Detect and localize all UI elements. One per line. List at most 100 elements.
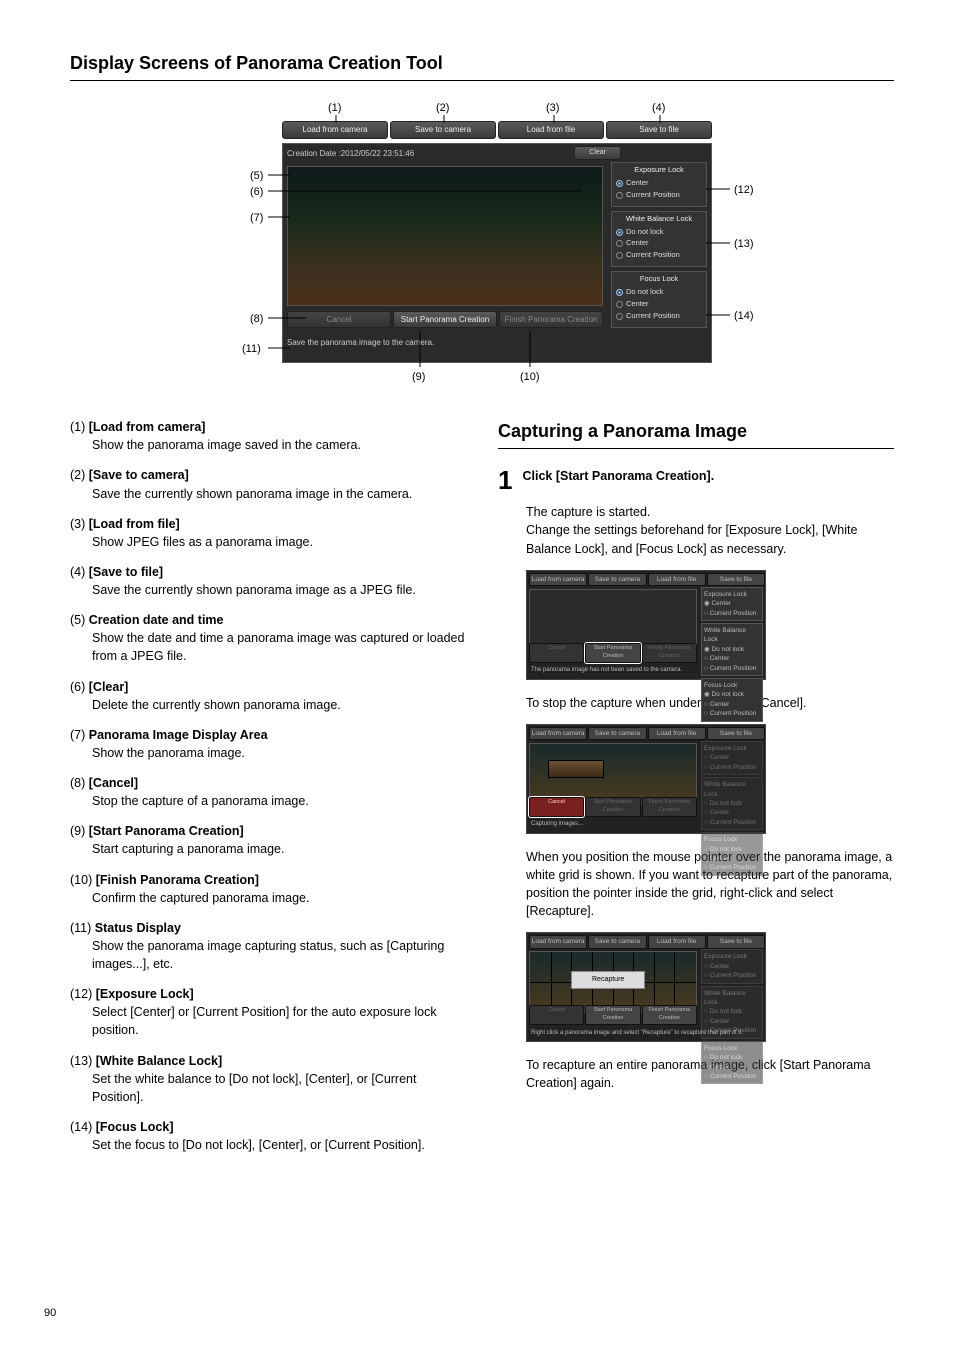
item-body: Stop the capture of a panorama image.	[70, 792, 466, 810]
page-number: 90	[44, 1306, 56, 1322]
item-body: Show JPEG files as a panorama image.	[70, 533, 466, 551]
mini-screenshot-3: Load from camera Save to camera Load fro…	[526, 932, 766, 1042]
wb-current-radio[interactable]	[616, 252, 623, 259]
wb-nolock-radio[interactable]	[616, 229, 623, 236]
focus-nolock-radio[interactable]	[616, 289, 623, 296]
callout-11: (11)	[242, 342, 261, 358]
save-to-camera-button[interactable]: Save to camera	[390, 121, 496, 139]
mini-save-file: Save to file	[707, 573, 765, 586]
description-item: (3) [Load from file]Show JPEG files as a…	[70, 515, 466, 551]
item-body: Show the panorama image capturing status…	[70, 937, 466, 973]
step-number: 1	[498, 467, 512, 493]
item-body: Start capturing a panorama image.	[70, 840, 466, 858]
item-body: Set the focus to [Do not lock], [Center]…	[70, 1136, 466, 1154]
wb-lock-heading: White Balance Lock	[616, 214, 702, 225]
item-head: (2) [Save to camera]	[70, 466, 466, 484]
callout-13: (13)	[734, 237, 754, 253]
load-from-camera-button[interactable]: Load from camera	[282, 121, 388, 139]
description-item: (9) [Start Panorama Creation]Start captu…	[70, 822, 466, 858]
item-head: (13) [White Balance Lock]	[70, 1052, 466, 1070]
description-item: (12) [Exposure Lock]Select [Center] or […	[70, 985, 466, 1039]
opt-label: Current Position	[626, 250, 680, 261]
mini-save-camera: Save to camera	[588, 573, 646, 586]
callout-2: (2)	[436, 101, 449, 117]
finish-panorama-button[interactable]: Finish Panorama Creation	[499, 311, 603, 329]
mini-load-camera: Load from camera	[529, 573, 587, 586]
load-from-file-button[interactable]: Load from file	[498, 121, 604, 139]
callout-12: (12)	[734, 183, 754, 199]
opt-label: Center	[626, 238, 649, 249]
item-head: (1) [Load from camera]	[70, 418, 466, 436]
left-column: (1) [Load from camera]Show the panorama …	[70, 418, 466, 1166]
item-head: (3) [Load from file]	[70, 515, 466, 533]
item-head: (6) [Clear]	[70, 678, 466, 696]
white-balance-lock-group: White Balance Lock Do not lock Center Cu…	[611, 211, 707, 268]
callout-6: (6)	[250, 185, 263, 201]
callout-4: (4)	[652, 101, 665, 117]
item-head: (10) [Finish Panorama Creation]	[70, 871, 466, 889]
wb-center-radio[interactable]	[616, 240, 623, 247]
creation-date-label: Creation Date :2012/05/22 23:51:46	[287, 148, 414, 160]
focus-current-radio[interactable]	[616, 313, 623, 320]
description-item: (1) [Load from camera]Show the panorama …	[70, 418, 466, 454]
callout-8: (8)	[250, 312, 263, 328]
description-item: (10) [Finish Panorama Creation]Confirm t…	[70, 871, 466, 907]
item-body: Save the currently shown panorama image …	[70, 485, 466, 503]
opt-label: Center	[626, 299, 649, 310]
opt-label: Center	[626, 178, 649, 189]
item-body: Confirm the captured panorama image.	[70, 889, 466, 907]
start-panorama-button[interactable]: Start Panorama Creation	[393, 311, 497, 329]
description-item: (14) [Focus Lock]Set the focus to [Do no…	[70, 1118, 466, 1154]
item-body: Show the panorama image.	[70, 744, 466, 762]
item-head: (12) [Exposure Lock]	[70, 985, 466, 1003]
panorama-image-display	[287, 166, 603, 306]
save-to-file-button[interactable]: Save to file	[606, 121, 712, 139]
mini-screenshot-2: Load from camera Save to camera Load fro…	[526, 724, 766, 834]
item-head: (8) [Cancel]	[70, 774, 466, 792]
item-head: (5) Creation date and time	[70, 611, 466, 629]
item-body: Delete the currently shown panorama imag…	[70, 696, 466, 714]
callout-7: (7)	[250, 211, 263, 227]
description-item: (5) Creation date and timeShow the date …	[70, 611, 466, 665]
item-head: (14) [Focus Lock]	[70, 1118, 466, 1136]
item-body: Show the panorama image saved in the cam…	[70, 436, 466, 454]
opt-label: Current Position	[626, 190, 680, 201]
exposure-lock-heading: Exposure Lock	[616, 165, 702, 176]
callout-10: (10)	[520, 370, 540, 386]
step-text: Click [Start Panorama Creation].	[522, 467, 894, 485]
exposure-lock-group: Exposure Lock Center Current Position	[611, 162, 707, 207]
callout-14: (14)	[734, 309, 754, 325]
callout-9: (9)	[412, 370, 425, 386]
focus-lock-group: Focus Lock Do not lock Center Current Po…	[611, 271, 707, 328]
mini-screenshot-1: Load from camera Save to camera Load fro…	[526, 570, 766, 680]
status-display: Save the panorama image to the camera.	[287, 337, 434, 349]
callout-3: (3)	[546, 101, 559, 117]
item-body: Set the white balance to [Do not lock], …	[70, 1070, 466, 1106]
section-heading: Display Screens of Panorama Creation Too…	[70, 50, 894, 81]
panorama-tool-window: Creation Date :2012/05/22 23:51:46 Clear…	[282, 143, 712, 363]
description-item: (11) Status DisplayShow the panorama ima…	[70, 919, 466, 973]
capturing-heading: Capturing a Panorama Image	[498, 418, 894, 449]
opt-label: Current Position	[626, 311, 680, 322]
focus-center-radio[interactable]	[616, 301, 623, 308]
para: The capture is started.Change the settin…	[526, 503, 894, 557]
exposure-current-radio[interactable]	[616, 192, 623, 199]
item-head: (4) [Save to file]	[70, 563, 466, 581]
item-head: (9) [Start Panorama Creation]	[70, 822, 466, 840]
opt-label: Do not lock	[626, 227, 664, 238]
item-body: Show the date and time a panorama image …	[70, 629, 466, 665]
right-column: Capturing a Panorama Image 1 Click [Star…	[498, 418, 894, 1104]
main-diagram: Load from camera Save to camera Load fro…	[70, 105, 894, 390]
recapture-menu-item[interactable]: Recapture	[571, 971, 645, 989]
item-body: Save the currently shown panorama image …	[70, 581, 466, 599]
item-head: (11) Status Display	[70, 919, 466, 937]
exposure-center-radio[interactable]	[616, 180, 623, 187]
callout-5: (5)	[250, 169, 263, 185]
mini-load-file: Load from file	[648, 573, 706, 586]
item-head: (7) Panorama Image Display Area	[70, 726, 466, 744]
clear-button[interactable]: Clear	[574, 146, 621, 160]
opt-label: Do not lock	[626, 287, 664, 298]
callout-1: (1)	[328, 101, 341, 117]
cancel-button[interactable]: Cancel	[287, 311, 391, 329]
description-item: (8) [Cancel]Stop the capture of a panora…	[70, 774, 466, 810]
